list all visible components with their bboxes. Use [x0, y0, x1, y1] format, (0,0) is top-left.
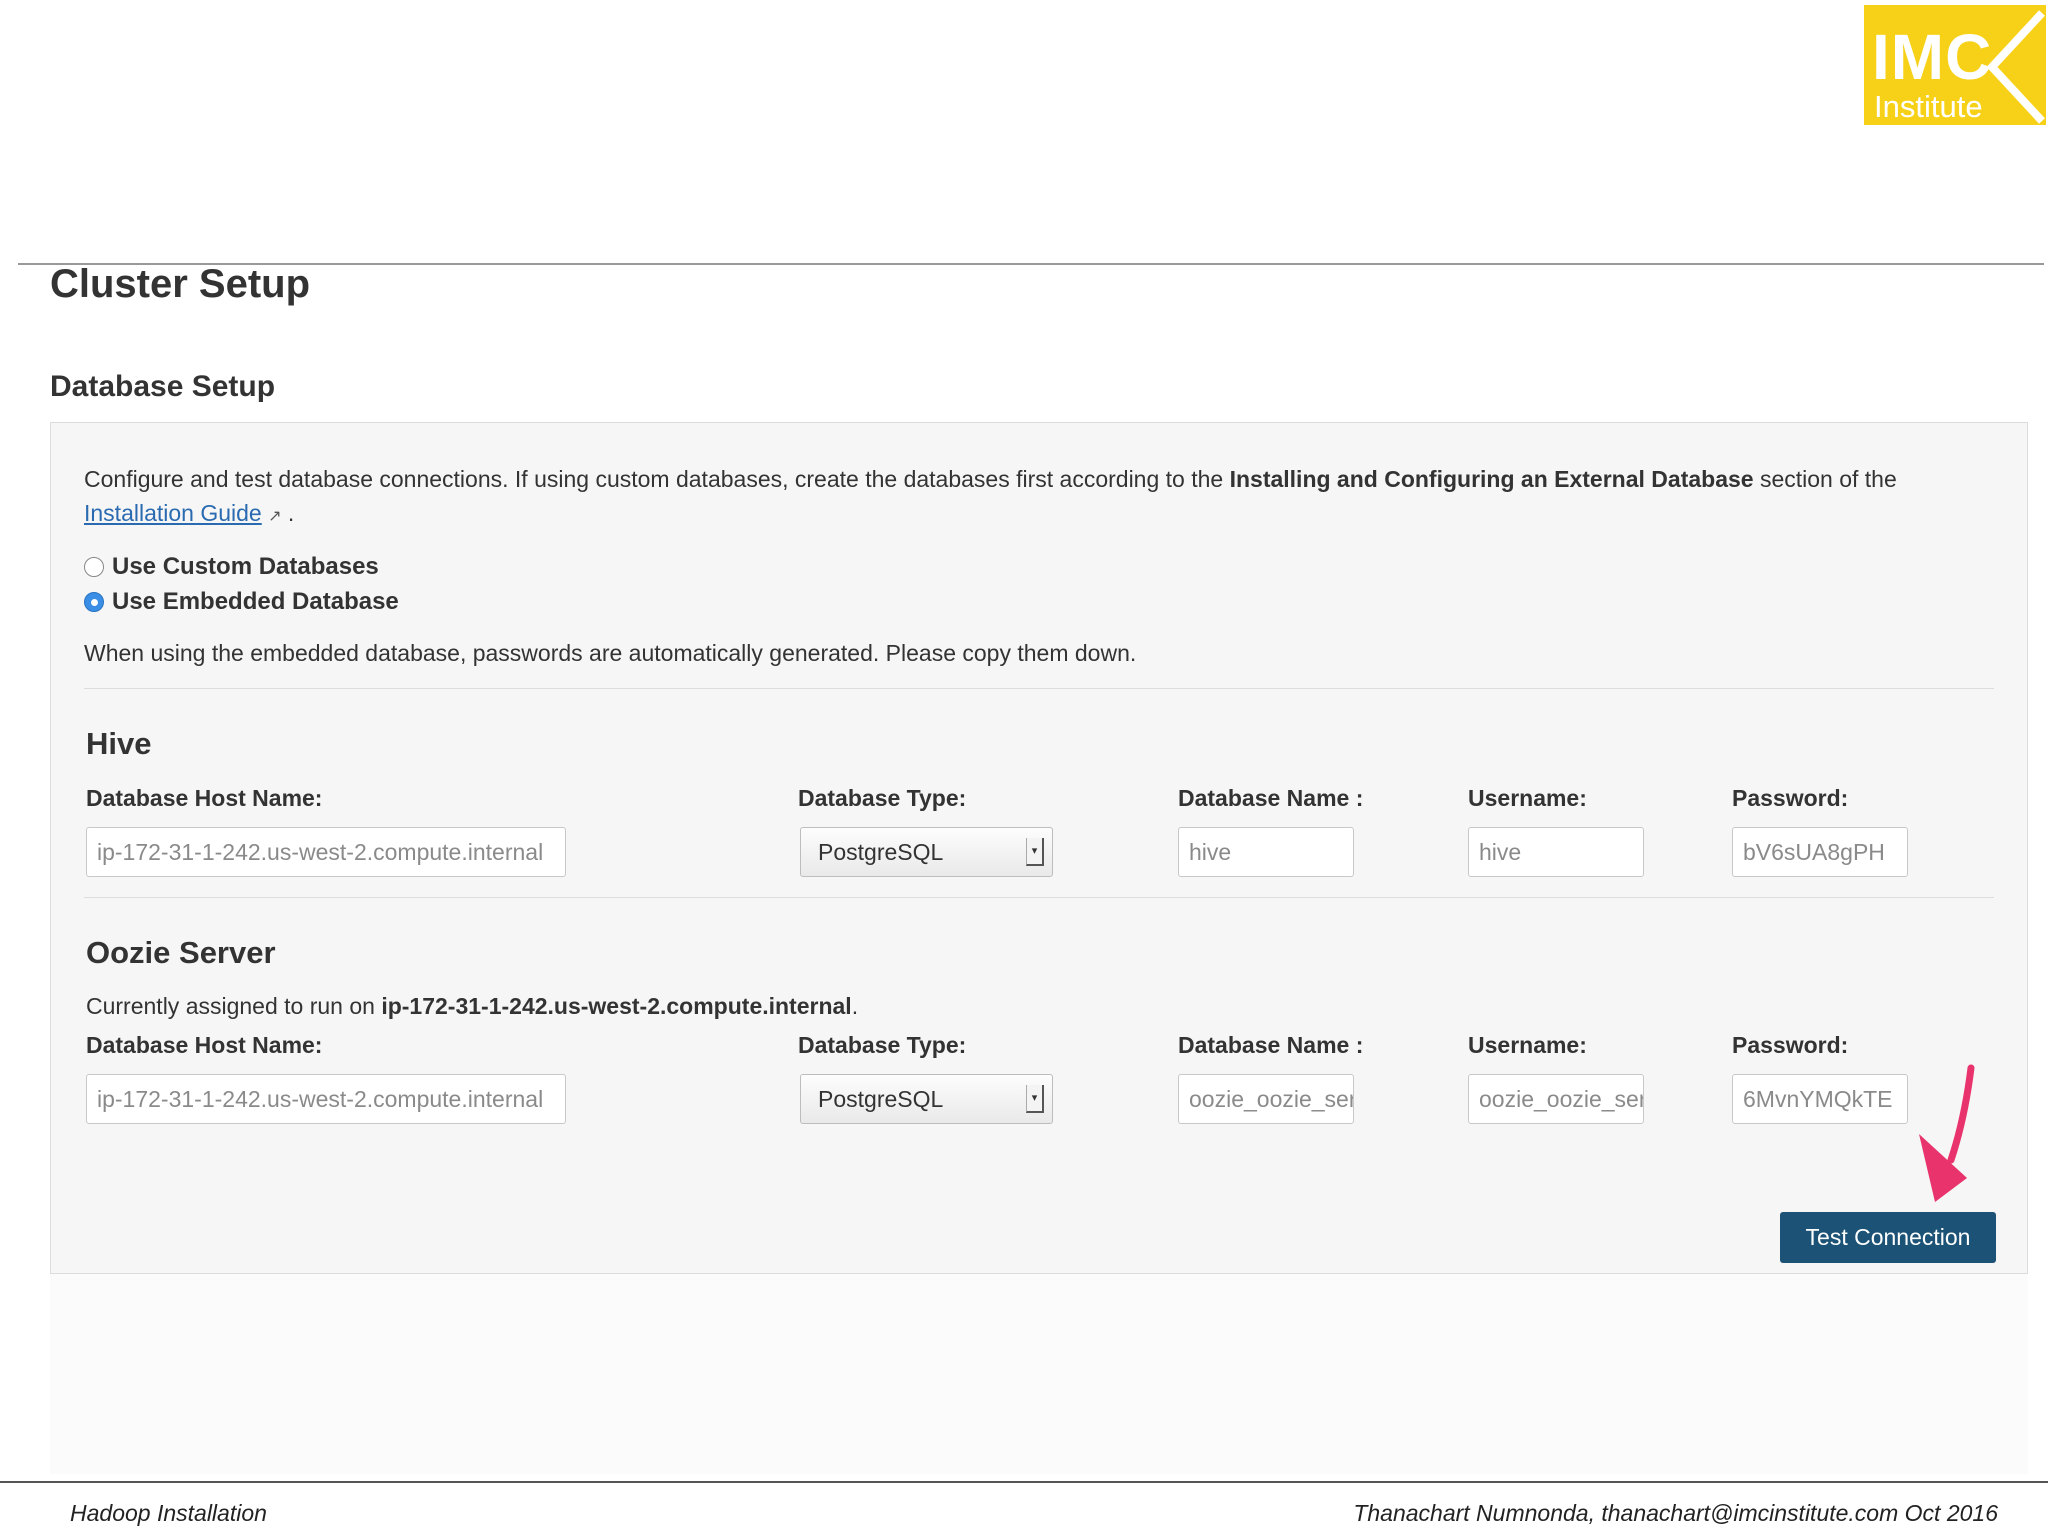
divider: [84, 688, 1994, 689]
panel-footer-area: [50, 1274, 2028, 1474]
hive-username-input[interactable]: hive: [1468, 827, 1644, 877]
imc-institute-logo: IMC Institute: [1864, 5, 2046, 125]
dropdown-caret-icon: ▾: [1026, 1085, 1044, 1113]
radio-unchecked-icon: [84, 557, 104, 577]
hive-dbname-input[interactable]: hive: [1178, 827, 1354, 877]
oozie-dbname-input[interactable]: oozie_oozie_server: [1178, 1074, 1354, 1124]
installation-guide-link[interactable]: Installation Guide: [84, 500, 262, 526]
oozie-title: Oozie Server: [86, 935, 276, 970]
hive-type-select[interactable]: PostgreSQL ▾: [800, 827, 1053, 877]
header-rule: [18, 263, 2044, 265]
hive-type-label: Database Type:: [798, 785, 967, 811]
oozie-type-label: Database Type:: [798, 1032, 967, 1058]
oozie-type-value: PostgreSQL: [818, 1086, 944, 1112]
hive-host-label: Database Host Name:: [86, 785, 323, 811]
radio-checked-icon: [84, 592, 104, 612]
divider: [84, 897, 1994, 898]
embedded-note: When using the embedded database, passwo…: [84, 640, 1137, 666]
dropdown-caret-icon: ▾: [1026, 838, 1044, 866]
hive-title: Hive: [86, 726, 152, 761]
radio-use-embedded-database[interactable]: Use Embedded Database: [84, 587, 399, 617]
footer-right-text: Thanachart Numnonda, thanachart@imcinsti…: [1353, 1500, 1998, 1526]
intro-text: Configure and test database connections.…: [84, 466, 1897, 526]
test-connection-button[interactable]: Test Connection: [1780, 1212, 1996, 1263]
hive-type-value: PostgreSQL: [818, 839, 944, 865]
hive-dbname-label: Database Name :: [1178, 785, 1364, 811]
hive-password-label: Password:: [1732, 785, 1849, 811]
footer-rule: [0, 1481, 2048, 1483]
radio-use-custom-databases[interactable]: Use Custom Databases: [84, 552, 379, 582]
logo-text-imc: IMC: [1872, 21, 1993, 93]
oozie-assigned-text: Currently assigned to run on ip-172-31-1…: [86, 993, 859, 1019]
annotation-arrow-icon: [1919, 1064, 1975, 1202]
oozie-host-label: Database Host Name:: [86, 1032, 323, 1058]
hive-host-input[interactable]: ip-172-31-1-242.us-west-2.compute.intern…: [86, 827, 566, 877]
oozie-username-input[interactable]: oozie_oozie_server: [1468, 1074, 1644, 1124]
oozie-username-label: Username:: [1468, 1032, 1587, 1058]
hive-username-label: Username:: [1468, 785, 1587, 811]
page-title: Cluster Setup: [50, 262, 311, 306]
logo-text-institute: Institute: [1874, 89, 1983, 124]
section-title: Database Setup: [50, 370, 276, 403]
oozie-password-label: Password:: [1732, 1032, 1849, 1058]
oozie-type-select[interactable]: PostgreSQL ▾: [800, 1074, 1053, 1124]
oozie-password-input[interactable]: 6MvnYMQkTE: [1732, 1074, 1908, 1124]
oozie-dbname-label: Database Name :: [1178, 1032, 1364, 1058]
external-link-icon: ↗: [268, 508, 282, 525]
oozie-host-input[interactable]: ip-172-31-1-242.us-west-2.compute.intern…: [86, 1074, 566, 1124]
footer-left-text: Hadoop Installation: [70, 1500, 267, 1526]
hive-password-input[interactable]: bV6sUA8gPH: [1732, 827, 1908, 877]
